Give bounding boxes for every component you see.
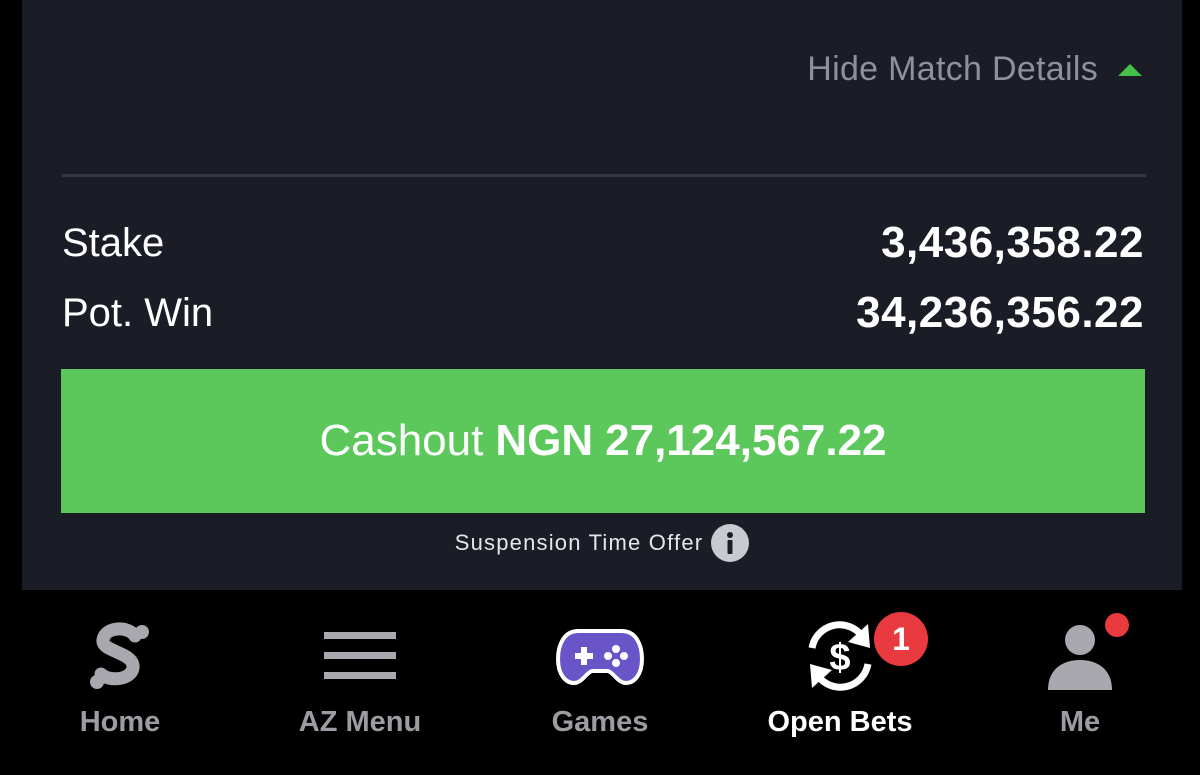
me-notification-dot — [1105, 613, 1129, 637]
nav-item-games[interactable]: Games — [480, 598, 720, 775]
caret-up-icon — [1118, 63, 1142, 76]
info-icon[interactable] — [711, 524, 750, 562]
nav-item-home[interactable]: Home — [0, 598, 240, 775]
potential-win-label: Pot. Win — [62, 290, 214, 335]
bet-slip-screen: Hide Match Details Stake 3,436,358.22 Po… — [0, 0, 1200, 775]
nav-label-open-bets: Open Bets — [767, 706, 913, 738]
cashout-amount: 27,124,567.22 — [605, 416, 887, 465]
cashout-currency: NGN — [495, 416, 594, 465]
hide-match-details-toggle[interactable]: Hide Match Details — [807, 50, 1142, 89]
nav-label-home: Home — [79, 706, 161, 738]
sportybet-s-logo-icon — [72, 618, 168, 694]
hide-match-details-label: Hide Match Details — [807, 50, 1098, 88]
open-bets-count-badge: 1 — [874, 612, 928, 666]
bet-card: Hide Match Details Stake 3,436,358.22 Po… — [22, 0, 1182, 590]
gamepad-icon — [552, 618, 648, 694]
stake-row: Stake 3,436,358.22 — [62, 218, 1144, 268]
stake-value: 3,436,358.22 — [881, 218, 1144, 267]
nav-item-me[interactable]: Me — [960, 598, 1200, 775]
hamburger-menu-icon — [312, 618, 408, 694]
divider — [62, 174, 1146, 177]
cashout-button[interactable]: Cashout NGN 27,124,567.22 — [61, 369, 1145, 513]
svg-text:$: $ — [829, 637, 850, 679]
cashout-prefix: Cashout — [319, 416, 484, 465]
suspension-offer: Suspension Time Offer — [22, 524, 1182, 562]
cashout-dollar-arrows-icon: $ — [792, 618, 888, 694]
nav-label-games: Games — [551, 706, 649, 738]
bottom-nav: Home AZ Menu Games $ Open Bets Me — [0, 598, 1200, 775]
nav-item-az-menu[interactable]: AZ Menu — [240, 598, 480, 775]
nav-label-me: Me — [1059, 706, 1101, 738]
suspension-offer-text: Suspension Time Offer — [454, 530, 704, 555]
potential-win-row: Pot. Win 34,236,356.22 — [62, 288, 1144, 338]
nav-label-az-menu: AZ Menu — [298, 706, 422, 738]
potential-win-value: 34,236,356.22 — [856, 288, 1144, 337]
stake-label: Stake — [62, 220, 165, 265]
